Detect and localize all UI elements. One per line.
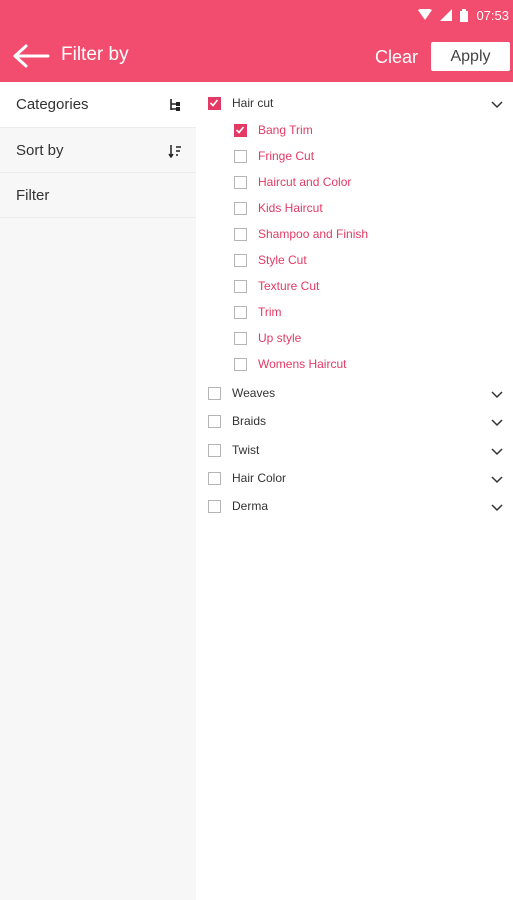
subitem-style-cut[interactable]: Style Cut bbox=[196, 249, 513, 273]
battery-icon bbox=[460, 8, 469, 22]
checkbox[interactable] bbox=[234, 306, 247, 319]
checkbox-checked[interactable] bbox=[234, 124, 247, 137]
subitem-womens-haircut[interactable]: Womens Haircut bbox=[196, 353, 513, 377]
subitem-label: Fringe Cut bbox=[258, 149, 315, 163]
category-label: Braids bbox=[232, 414, 267, 428]
back-button[interactable] bbox=[12, 42, 50, 70]
checkbox[interactable] bbox=[208, 415, 221, 428]
sort-icon bbox=[168, 145, 181, 158]
status-time: 07:53 bbox=[476, 7, 509, 23]
wifi-icon bbox=[418, 9, 433, 20]
subitem-shampoo-and-finish[interactable]: Shampoo and Finish bbox=[196, 223, 513, 247]
sidebar-item-filter[interactable]: Filter bbox=[0, 173, 196, 218]
check-icon bbox=[209, 99, 219, 107]
category-list: Hair cut Bang Trim Fringe Cut Haircut an… bbox=[196, 82, 513, 900]
category-label: Derma bbox=[232, 499, 269, 513]
apply-button[interactable]: Apply bbox=[431, 42, 510, 71]
chevron-down-icon[interactable] bbox=[491, 476, 503, 484]
sidebar-item-label: Filter bbox=[16, 186, 50, 204]
sidebar-item-categories[interactable]: Categories bbox=[0, 82, 196, 128]
checkbox[interactable] bbox=[208, 444, 221, 457]
subitem-label: Kids Haircut bbox=[258, 201, 323, 215]
subitem-label: Haircut and Color bbox=[258, 175, 352, 189]
checkbox[interactable] bbox=[234, 358, 247, 371]
subitem-texture-cut[interactable]: Texture Cut bbox=[196, 275, 513, 299]
category-braids[interactable]: Braids bbox=[196, 410, 513, 434]
subitem-fringe-cut[interactable]: Fringe Cut bbox=[196, 145, 513, 169]
category-tree-icon bbox=[170, 99, 180, 111]
subitem-bang-trim[interactable]: Bang Trim bbox=[196, 119, 513, 143]
signal-icon bbox=[440, 9, 453, 21]
checkbox[interactable] bbox=[234, 228, 247, 241]
subitem-kids-haircut[interactable]: Kids Haircut bbox=[196, 197, 513, 221]
status-bar: 07:53 bbox=[0, 0, 513, 30]
app-bar: Filter by Clear Apply bbox=[0, 30, 513, 82]
sidebar-item-label: Sort by bbox=[16, 141, 64, 159]
subitem-label: Style Cut bbox=[258, 253, 307, 267]
checkbox[interactable] bbox=[234, 280, 247, 293]
chevron-down-icon[interactable] bbox=[491, 504, 503, 512]
subitem-label: Up style bbox=[258, 331, 302, 345]
checkbox-checked[interactable] bbox=[208, 97, 221, 110]
subitem-up-style[interactable]: Up style bbox=[196, 327, 513, 351]
subitem-haircut-and-color[interactable]: Haircut and Color bbox=[196, 171, 513, 195]
category-weaves[interactable]: Weaves bbox=[196, 382, 513, 406]
checkbox[interactable] bbox=[234, 202, 247, 215]
chevron-down-icon[interactable] bbox=[491, 391, 503, 399]
filter-sidebar: Categories Sort by Filter bbox=[0, 82, 196, 900]
sidebar-item-label: Categories bbox=[16, 96, 89, 113]
chevron-down-icon[interactable] bbox=[491, 101, 503, 109]
category-label: Weaves bbox=[232, 386, 276, 400]
page-title: Filter by bbox=[61, 44, 129, 65]
category-label: Twist bbox=[232, 443, 260, 457]
checkbox[interactable] bbox=[234, 150, 247, 163]
category-label: Hair cut bbox=[232, 96, 274, 110]
checkbox[interactable] bbox=[234, 332, 247, 345]
subitem-label: Texture Cut bbox=[258, 279, 320, 293]
chevron-down-icon[interactable] bbox=[491, 419, 503, 427]
sidebar-item-sort-by[interactable]: Sort by bbox=[0, 128, 196, 173]
checkbox[interactable] bbox=[208, 387, 221, 400]
arrow-left-icon bbox=[13, 44, 50, 68]
subitem-label: Womens Haircut bbox=[258, 357, 347, 371]
clear-button[interactable]: Clear bbox=[375, 47, 418, 68]
category-twist[interactable]: Twist bbox=[196, 439, 513, 463]
category-hair-cut[interactable]: Hair cut bbox=[196, 92, 513, 116]
subitem-trim[interactable]: Trim bbox=[196, 301, 513, 325]
checkbox[interactable] bbox=[234, 176, 247, 189]
checkbox[interactable] bbox=[208, 500, 221, 513]
category-label: Hair Color bbox=[232, 471, 287, 485]
checkbox[interactable] bbox=[208, 472, 221, 485]
subitem-label: Bang Trim bbox=[258, 123, 313, 137]
chevron-down-icon[interactable] bbox=[491, 448, 503, 456]
subitem-label: Shampoo and Finish bbox=[258, 227, 369, 241]
category-derma[interactable]: Derma bbox=[196, 495, 513, 519]
check-icon bbox=[235, 126, 245, 134]
checkbox[interactable] bbox=[234, 254, 247, 267]
category-hair-color[interactable]: Hair Color bbox=[196, 467, 513, 491]
subitem-label: Trim bbox=[258, 305, 282, 319]
